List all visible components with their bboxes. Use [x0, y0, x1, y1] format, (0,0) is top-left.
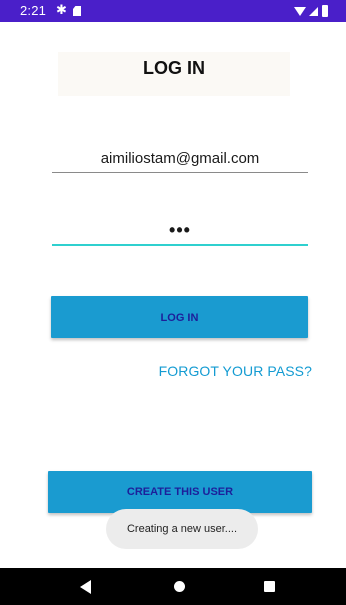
signal-icon	[309, 7, 318, 16]
status-bar: 2:21 ✱	[0, 0, 346, 22]
title-container: LOG IN	[58, 52, 290, 96]
login-button[interactable]: LOG IN	[51, 296, 308, 338]
email-field[interactable]	[52, 144, 308, 173]
password-field[interactable]	[52, 216, 308, 246]
forgot-password-link[interactable]: FORGOT YOUR PASS?	[158, 363, 312, 379]
recents-icon[interactable]	[264, 581, 275, 592]
gear-icon: ✱	[56, 2, 67, 17]
battery-icon	[322, 5, 328, 17]
wifi-icon	[294, 7, 306, 16]
back-icon[interactable]	[80, 580, 91, 594]
home-icon[interactable]	[174, 581, 185, 592]
create-user-button[interactable]: CREATE THIS USER	[48, 471, 312, 513]
toast-message: Creating a new user....	[106, 509, 258, 549]
page-title: LOG IN	[143, 58, 205, 78]
sd-card-icon	[73, 6, 81, 16]
status-time: 2:21	[20, 3, 47, 18]
login-screen: 2:21 ✱ LOG IN LOG IN FORGOT YOUR PASS? C…	[0, 0, 346, 605]
navigation-bar	[0, 568, 346, 605]
